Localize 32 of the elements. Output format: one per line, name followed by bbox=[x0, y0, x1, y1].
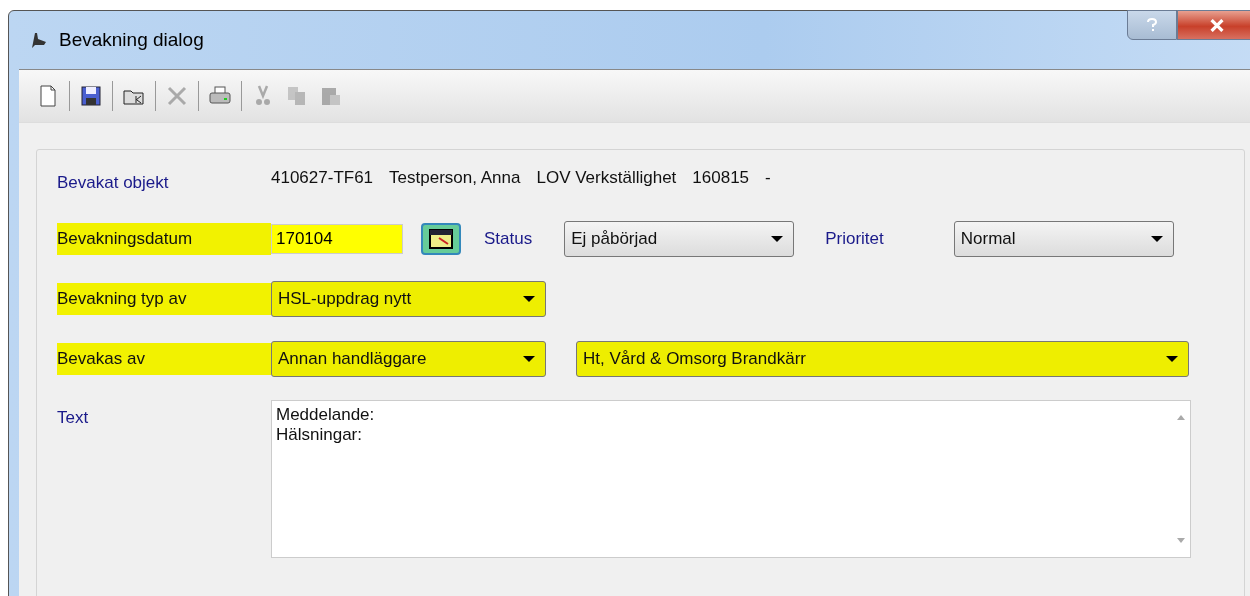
save-icon[interactable] bbox=[78, 83, 104, 109]
help-button[interactable] bbox=[1127, 10, 1177, 40]
field-label: Bevakas av bbox=[57, 343, 271, 375]
close-icon bbox=[1209, 18, 1225, 32]
handler-dropdown[interactable]: Annan handläggare bbox=[271, 341, 546, 377]
field-label: Bevakat objekt bbox=[57, 172, 170, 194]
question-mark-icon bbox=[1146, 18, 1158, 32]
type-dropdown[interactable]: HSL-uppdrag nytt bbox=[271, 281, 546, 317]
field-label: Text bbox=[57, 407, 90, 429]
status-dropdown[interactable]: Ej påbörjad bbox=[564, 221, 795, 257]
object-info: 410627-TF61 bbox=[271, 168, 374, 188]
message-text-area[interactable]: Meddelande: Hälsningar: bbox=[271, 400, 1191, 558]
message-line: Meddelande: bbox=[276, 405, 375, 425]
field-label: Bevakning typ av bbox=[57, 283, 271, 315]
object-info: 160815 bbox=[692, 168, 750, 188]
field-label: Bevakningsdatum bbox=[57, 223, 271, 255]
object-info: - bbox=[765, 168, 771, 188]
scroll-up-icon bbox=[1176, 413, 1186, 421]
pen-icon bbox=[29, 30, 49, 50]
priority-dropdown[interactable]: Normal bbox=[953, 221, 1174, 257]
close-button[interactable] bbox=[1177, 10, 1250, 40]
unit-dropdown[interactable]: Ht, Vård & Omsorg Brandkärr bbox=[576, 341, 1189, 377]
window-title: Bevakning dialog bbox=[59, 29, 204, 51]
object-info: LOV Verkställighet bbox=[536, 168, 677, 188]
scroll-down-icon bbox=[1176, 537, 1186, 545]
message-line: Hälsningar: bbox=[276, 425, 363, 445]
field-label: Prioritet bbox=[825, 229, 884, 249]
calendar-button[interactable] bbox=[421, 223, 461, 255]
date-field[interactable]: 170104 bbox=[271, 224, 403, 254]
object-info: Testperson, Anna bbox=[389, 168, 521, 188]
field-label: Status bbox=[484, 229, 533, 249]
calendar-icon bbox=[429, 229, 453, 249]
